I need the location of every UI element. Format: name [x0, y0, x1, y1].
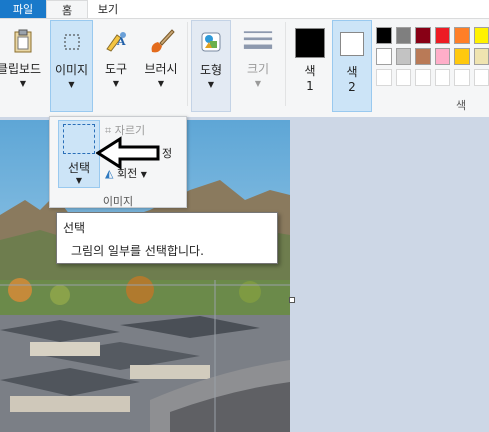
select-icon: [57, 27, 87, 57]
chevron-down-icon: ▼: [19, 79, 27, 88]
image-label: 이미지: [54, 63, 89, 77]
tools-label: 도구: [104, 62, 128, 76]
select-label: 선택: [67, 161, 91, 175]
tab-file[interactable]: 파일: [0, 0, 46, 18]
colors-group-label: 색: [456, 99, 467, 112]
tools-icon: A: [101, 26, 131, 56]
annotation-arrow-icon: [96, 136, 160, 170]
palette-swatch[interactable]: [376, 48, 392, 65]
palette-swatch[interactable]: [415, 27, 431, 44]
shapes-button[interactable]: 도형 ▼: [191, 20, 231, 112]
clipboard-icon: [8, 26, 38, 56]
palette-swatch[interactable]: [473, 48, 489, 65]
chevron-down-icon: ▼: [112, 79, 120, 88]
palette-swatch[interactable]: [434, 27, 450, 44]
shapes-label: 도형: [199, 63, 223, 77]
color-palette: [376, 27, 489, 86]
palette-swatch[interactable]: [473, 69, 489, 86]
color2-button[interactable]: 색 2: [332, 20, 372, 112]
palette-swatch[interactable]: [395, 27, 411, 44]
tools-button[interactable]: A 도구 ▼: [96, 20, 136, 112]
resize-label[interactable]: 정: [162, 145, 172, 161]
brushes-label: 브러시: [144, 62, 178, 76]
clipboard-label: 클립보드: [0, 62, 42, 76]
palette-swatch[interactable]: [434, 69, 450, 86]
palette-swatch[interactable]: [454, 48, 470, 65]
chevron-down-icon: ▼: [207, 80, 215, 89]
brushes-button[interactable]: 브러시 ▼: [139, 20, 183, 112]
size-icon: [243, 26, 273, 56]
palette-swatch[interactable]: [454, 69, 470, 86]
color1-button[interactable]: 색 1: [290, 20, 330, 112]
palette-swatch[interactable]: [395, 69, 411, 86]
color1-number: 1: [306, 79, 314, 93]
brush-icon: [146, 26, 176, 56]
clipboard-button[interactable]: 클립보드 ▼: [0, 20, 46, 112]
tab-view[interactable]: 보기: [88, 0, 128, 18]
chevron-down-icon: ▼: [140, 170, 147, 179]
color1-swatch: [295, 28, 325, 58]
palette-swatch[interactable]: [376, 69, 392, 86]
ribbon-divider: [285, 22, 286, 106]
color2-label: 색: [346, 65, 358, 79]
tooltip-body: 그림의 일부를 선택합니다.: [71, 244, 204, 258]
palette-swatch[interactable]: [376, 27, 392, 44]
size-label: 크기: [246, 62, 270, 76]
palette-swatch[interactable]: [473, 27, 489, 44]
image-group-label: 이미지: [102, 195, 134, 208]
tooltip-title: 선택: [63, 221, 86, 235]
ribbon-divider: [187, 22, 188, 106]
color2-swatch: [337, 29, 367, 59]
image-button[interactable]: 이미지 ▼: [50, 20, 93, 112]
palette-swatch[interactable]: [415, 69, 431, 86]
palette-swatch[interactable]: [395, 48, 411, 65]
chevron-down-icon: ▼: [68, 80, 75, 89]
select-button[interactable]: 선택 ▼: [58, 120, 100, 188]
chevron-down-icon: ▼: [157, 79, 165, 88]
tooltip: 선택 그림의 일부를 선택합니다.: [56, 212, 278, 264]
tab-home[interactable]: 홈: [46, 0, 88, 18]
resize-handle[interactable]: [289, 297, 295, 303]
palette-swatch[interactable]: [454, 27, 470, 44]
size-button[interactable]: 크기 ▼: [236, 20, 280, 112]
color1-label: 색: [304, 64, 316, 78]
chevron-down-icon: ▼: [254, 79, 262, 88]
select-icon: [63, 124, 95, 154]
chevron-down-icon: ▼: [75, 176, 83, 185]
shapes-icon: [196, 27, 226, 57]
color2-number: 2: [348, 80, 356, 94]
palette-swatch[interactable]: [415, 48, 431, 65]
palette-swatch[interactable]: [434, 48, 450, 65]
